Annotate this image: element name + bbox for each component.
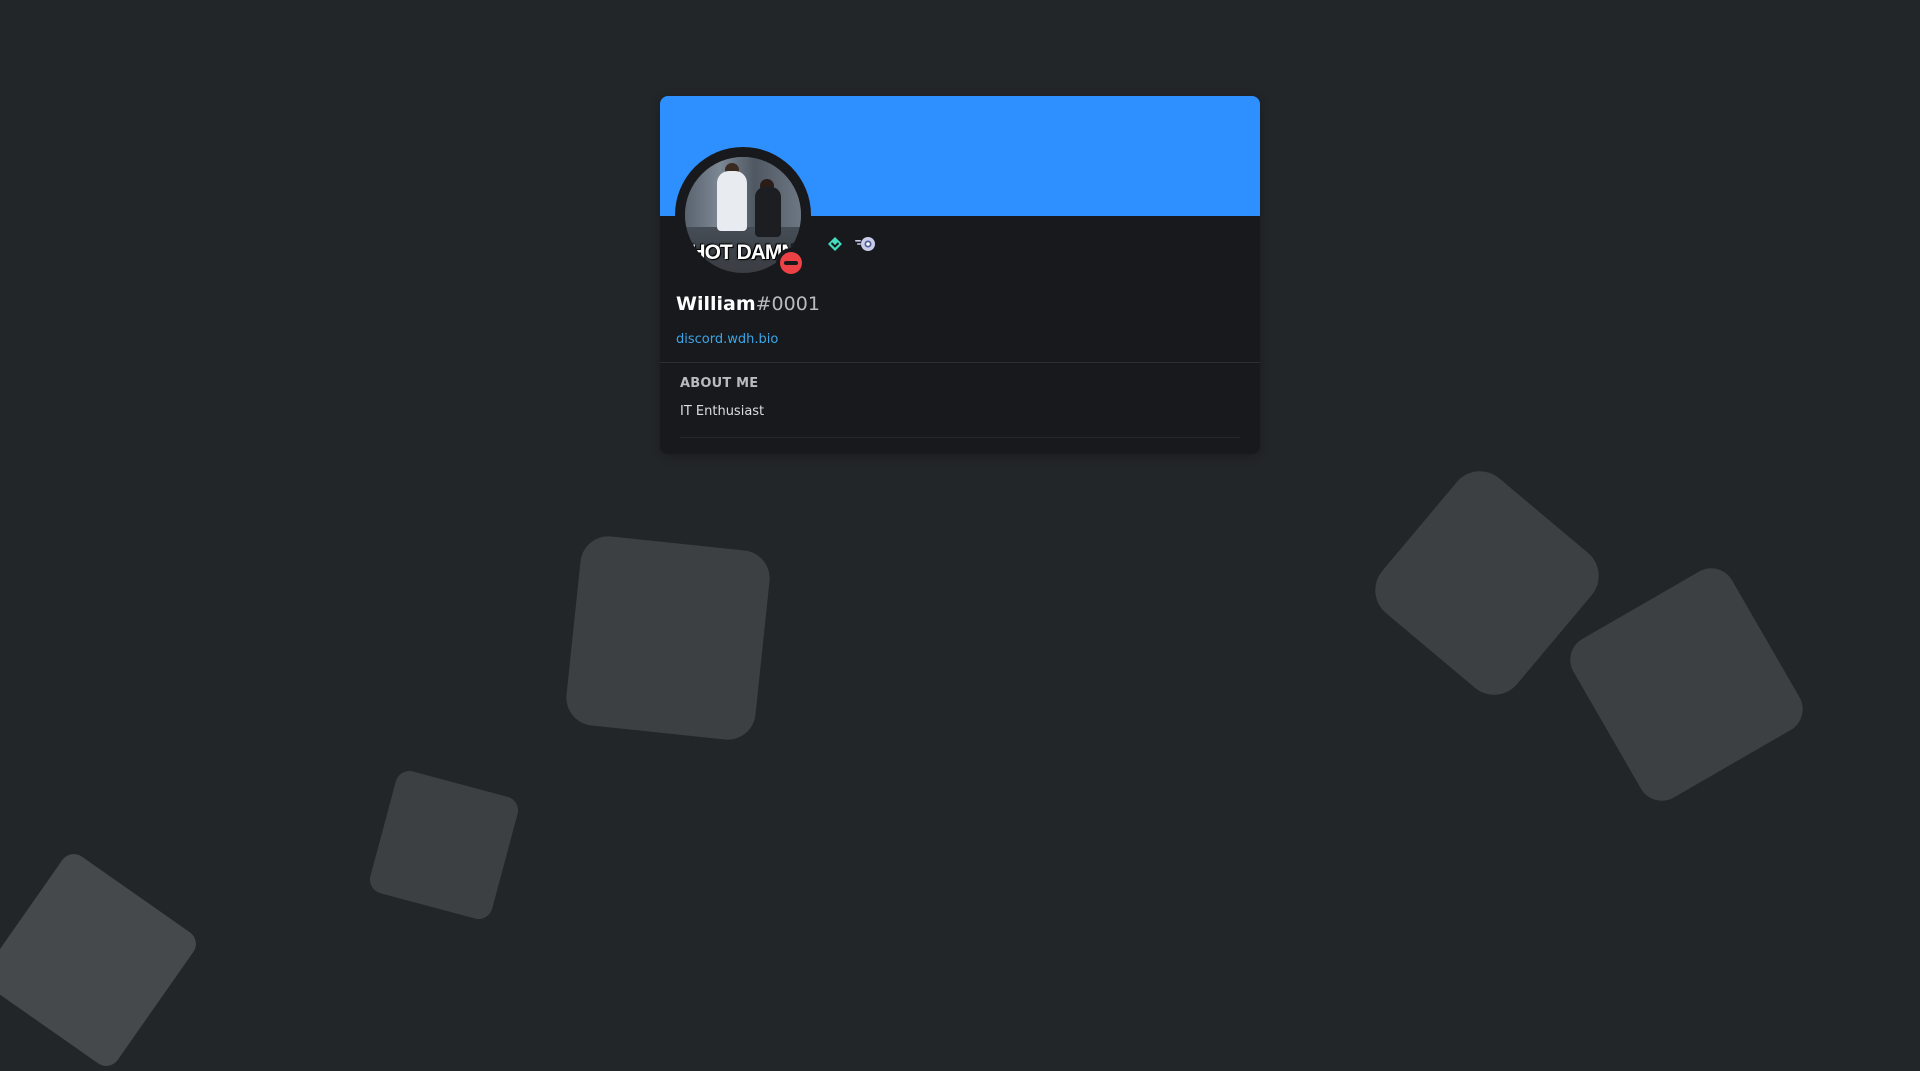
profile-link[interactable]: discord.wdh.bio (676, 332, 778, 347)
status-indicator (776, 248, 806, 278)
profile-badges (824, 234, 876, 254)
divider (680, 437, 1240, 438)
divider (660, 362, 1260, 363)
profile-card: HOT DAMN William#0001 discord.wdh.bio AB… (660, 96, 1260, 454)
about-me-title: ABOUT ME (680, 376, 759, 391)
profile-name: William#0001 (676, 292, 820, 316)
dnd-status-bar (784, 261, 798, 265)
avatar-image-figure (717, 171, 747, 231)
background-shape (1561, 559, 1812, 810)
hypesquad-balance-icon[interactable] (824, 234, 846, 254)
about-me-text: IT Enthusiast (680, 404, 765, 419)
avatar-image-figure (755, 187, 781, 237)
username: William (676, 293, 756, 315)
background-shape (366, 767, 522, 923)
discriminator: #0001 (755, 293, 820, 315)
background-shape (0, 848, 202, 1071)
nitro-boost-icon[interactable] (854, 234, 876, 254)
background-shape (563, 533, 773, 743)
